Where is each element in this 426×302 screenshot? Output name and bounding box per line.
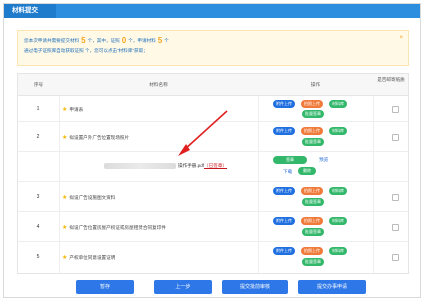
red-arrow-annotation	[178, 110, 228, 156]
